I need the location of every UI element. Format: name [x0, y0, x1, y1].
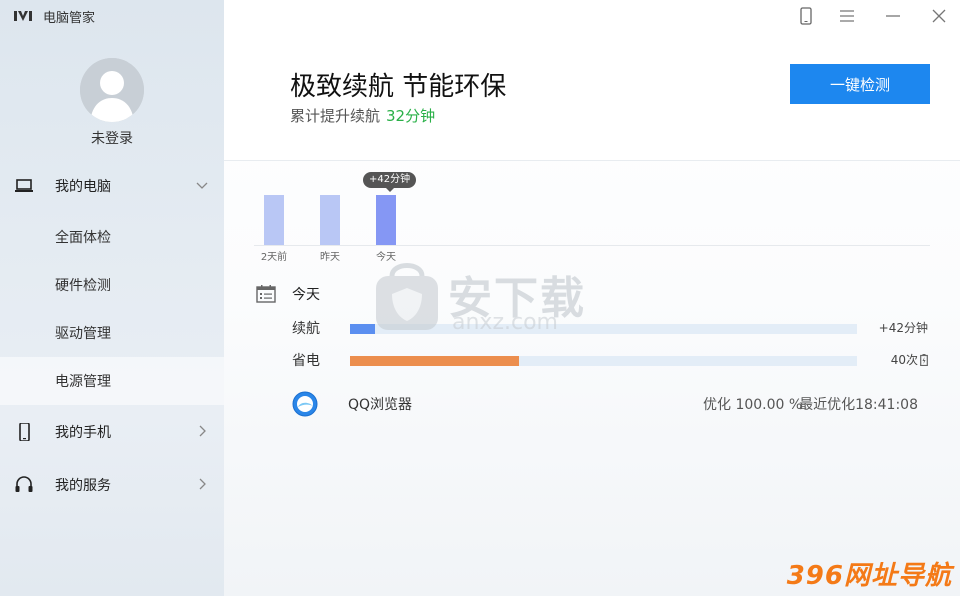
chart-baseline [254, 245, 930, 246]
metric-fill [350, 356, 519, 366]
menu-icon[interactable] [837, 6, 857, 26]
today-header: 今天 [256, 284, 320, 304]
headset-icon [15, 476, 33, 492]
sidebar-item-full-checkup[interactable]: 全面体检 [0, 213, 224, 261]
sidebar-item-hardware-check[interactable]: 硬件检测 [0, 261, 224, 309]
chevron-right-icon [199, 425, 206, 437]
sidebar: 电脑管家 未登录 我的电脑 全面体检 硬件检测 驱动管理 电源管理 我的手机 我… [0, 0, 224, 596]
chevron-right-icon [199, 478, 206, 490]
app-title-row: 电脑管家 [14, 6, 95, 26]
chart-tick-label: 昨天 [320, 252, 340, 263]
qq-browser-icon [292, 391, 318, 417]
phone-icon [19, 423, 30, 441]
subline-label: 累计提升续航 [290, 107, 381, 125]
sidebar-group-my-phone[interactable]: 我的手机 [0, 410, 224, 454]
sidebar-item-label: 电源管理 [55, 374, 111, 390]
sidebar-group-my-computer[interactable]: 我的电脑 [0, 164, 224, 208]
subline-value: 32分钟 [386, 107, 436, 125]
one-click-check-button[interactable]: 一键检测 [790, 64, 930, 104]
battery-chart: 2天前 昨天 今天 +42分钟 [254, 168, 930, 264]
chart-bar[interactable] [264, 195, 284, 245]
watermark-url: anxz.com [452, 310, 558, 335]
sidebar-item-label: 硬件检测 [55, 278, 111, 294]
sidebar-item-driver-manager[interactable]: 驱动管理 [0, 309, 224, 357]
last-optimized-time: 最近优化18:41:08 [799, 397, 918, 413]
sidebar-group-label: 我的手机 [55, 425, 111, 441]
avatar[interactable] [80, 58, 144, 122]
user-silhouette-icon [80, 58, 144, 122]
login-status[interactable]: 未登录 [0, 128, 224, 148]
optimized-app-row: QQ浏览器 优化 100.00 % 最近优化18:41:08 [292, 390, 922, 418]
page-headline: 极致续航 节能环保 [290, 72, 507, 102]
battery-icon [920, 353, 928, 366]
sidebar-item-label: 全面体检 [55, 230, 111, 246]
sidebar-item-power-manager[interactable]: 电源管理 [0, 357, 224, 405]
today-label: 今天 [292, 287, 320, 303]
chart-tick-label: 2天前 [260, 252, 288, 263]
calendar-icon [256, 285, 276, 303]
close-icon[interactable] [929, 6, 949, 26]
app-name: QQ浏览器 [348, 397, 413, 413]
sidebar-item-label: 驱动管理 [55, 326, 111, 342]
metric-value: +42分钟 [878, 321, 928, 335]
header-area: 极致续航 节能环保 累计提升续航 32分钟 一键检测 [224, 0, 960, 161]
chart-tooltip: +42分钟 [363, 172, 417, 192]
metric-value-wrap: 40次 [891, 351, 928, 368]
metric-label: 省电 [292, 353, 320, 369]
watermark-bag-icon [376, 263, 438, 330]
sidebar-group-my-service[interactable]: 我的服务 [0, 463, 224, 507]
laptop-icon [15, 179, 33, 192]
app-title: 电脑管家 [43, 10, 96, 26]
optimize-rate: 优化 100.00 % [703, 397, 803, 413]
phone-icon[interactable] [796, 6, 816, 26]
watermark-center: 安下载 anxz.com [372, 254, 592, 338]
metric-label: 续航 [292, 321, 320, 337]
page-subline: 累计提升续航 32分钟 [290, 105, 435, 126]
metric-value: 40次 [890, 353, 918, 367]
chevron-down-icon [196, 182, 208, 189]
watermark-corner: 396网址导航 [786, 561, 952, 591]
app-logo-icon [14, 11, 32, 21]
metric-track [350, 356, 857, 366]
chart-bar[interactable] [320, 195, 340, 245]
main-panel: 极致续航 节能环保 累计提升续航 32分钟 一键检测 2天前 昨天 今天 +42分钟 今… [224, 0, 960, 596]
chart-bar[interactable] [376, 195, 396, 245]
minimize-icon[interactable] [883, 6, 903, 26]
sidebar-group-label: 我的服务 [55, 478, 111, 494]
metric-row-power-saving: 省电 40次 [292, 351, 932, 369]
sidebar-group-label: 我的电脑 [55, 179, 111, 195]
